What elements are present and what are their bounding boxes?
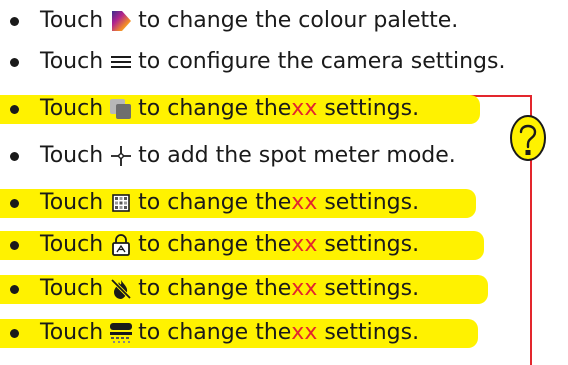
bullet bbox=[10, 328, 19, 338]
item-text-end: settings. bbox=[317, 190, 420, 215]
item-text-end: settings. bbox=[317, 320, 420, 345]
item-text: to change the bbox=[138, 232, 292, 257]
touch-word: Touch bbox=[40, 8, 104, 33]
item-text-end: settings. bbox=[317, 276, 420, 301]
placeholder-xx: xx bbox=[291, 320, 318, 345]
touch-word: Touch bbox=[40, 49, 104, 74]
touch-word: Touch bbox=[40, 96, 104, 121]
placeholder-xx: xx bbox=[291, 96, 318, 121]
menu-icon[interactable] bbox=[109, 50, 133, 74]
placeholder-xx: xx bbox=[291, 190, 318, 215]
item-text-end: settings. bbox=[317, 96, 420, 121]
item-text: to change the colour palette. bbox=[138, 8, 459, 33]
overlay-squares-icon[interactable] bbox=[109, 97, 133, 121]
bullet bbox=[10, 198, 19, 208]
bullet bbox=[10, 104, 19, 114]
item-text: to change the bbox=[138, 190, 292, 215]
touch-word: Touch bbox=[40, 276, 104, 301]
placeholder-xx: xx bbox=[291, 232, 318, 257]
item-text: to configure the camera settings. bbox=[138, 49, 506, 74]
bullet bbox=[10, 151, 19, 161]
touch-word: Touch bbox=[40, 232, 104, 257]
item-text-end: settings. bbox=[317, 232, 420, 257]
item-text: to change the bbox=[138, 96, 292, 121]
item-text: to add the spot meter mode. bbox=[138, 143, 456, 168]
placeholder-xx: xx bbox=[291, 276, 318, 301]
thermometer-lock-icon[interactable] bbox=[109, 233, 133, 257]
item-text: to change the bbox=[138, 320, 292, 345]
crosshair-icon[interactable] bbox=[109, 144, 133, 168]
bullet bbox=[10, 240, 19, 250]
no-flame-icon[interactable] bbox=[109, 277, 133, 301]
grid-pattern-icon[interactable] bbox=[109, 191, 133, 215]
bullet bbox=[10, 16, 19, 26]
question-mark-icon[interactable] bbox=[509, 114, 547, 162]
bullet bbox=[10, 284, 19, 294]
touch-word: Touch bbox=[40, 320, 104, 345]
gradient-bar-icon[interactable] bbox=[109, 321, 133, 345]
bullet bbox=[10, 57, 19, 67]
touch-word: Touch bbox=[40, 190, 104, 215]
touch-word: Touch bbox=[40, 143, 104, 168]
colour-palette-icon[interactable] bbox=[109, 9, 133, 33]
item-text: to change the bbox=[138, 276, 292, 301]
